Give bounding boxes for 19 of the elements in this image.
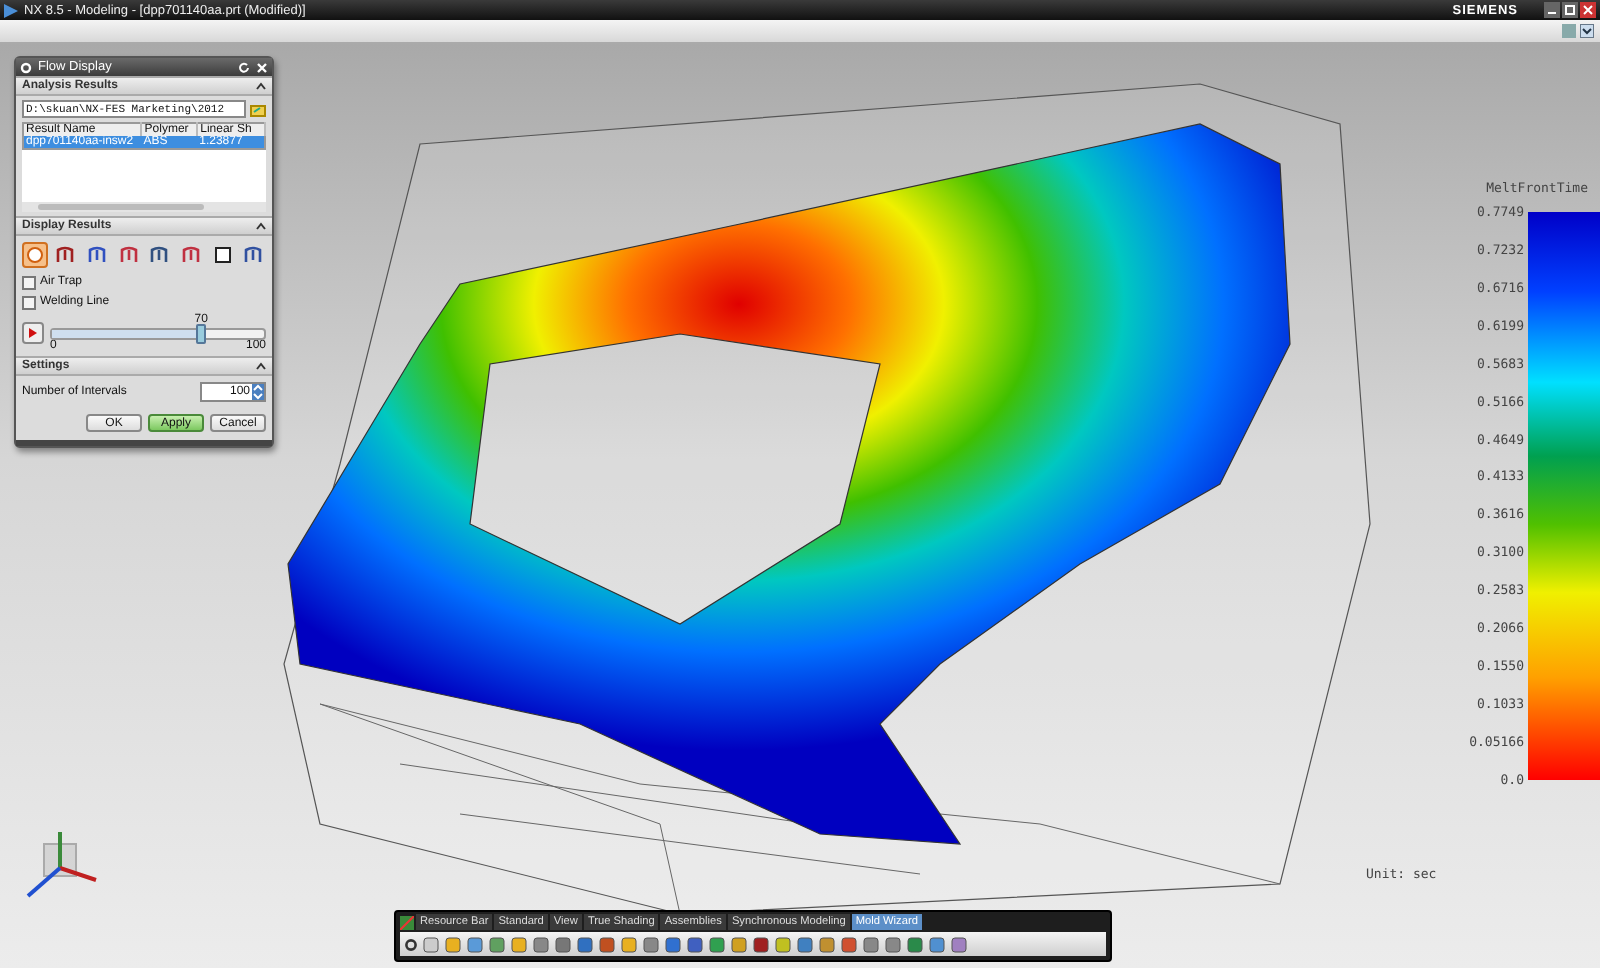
play-icon xyxy=(28,328,38,338)
close-icon[interactable] xyxy=(256,61,268,73)
spinner-arrows-icon[interactable] xyxy=(252,383,264,399)
gear-icon xyxy=(20,61,32,73)
reset-icon[interactable] xyxy=(238,61,250,73)
checkbox[interactable] xyxy=(22,295,36,309)
horizontal-scrollbar[interactable] xyxy=(22,202,266,212)
dropdown-icon[interactable] xyxy=(1580,24,1594,38)
toolbar-logo-icon xyxy=(400,915,414,929)
collapse-icon[interactable] xyxy=(256,82,266,90)
minimize-icon[interactable] xyxy=(1544,2,1560,18)
checkbox[interactable] xyxy=(22,275,36,289)
slider-thumb[interactable] xyxy=(196,324,207,344)
collapse-icon[interactable] xyxy=(256,362,266,370)
close-icon[interactable] xyxy=(1580,2,1596,18)
play-button[interactable] xyxy=(22,322,44,344)
gear-icon[interactable] xyxy=(404,937,418,951)
collapse-icon[interactable] xyxy=(256,222,266,230)
restore-icon[interactable] xyxy=(1562,2,1578,18)
